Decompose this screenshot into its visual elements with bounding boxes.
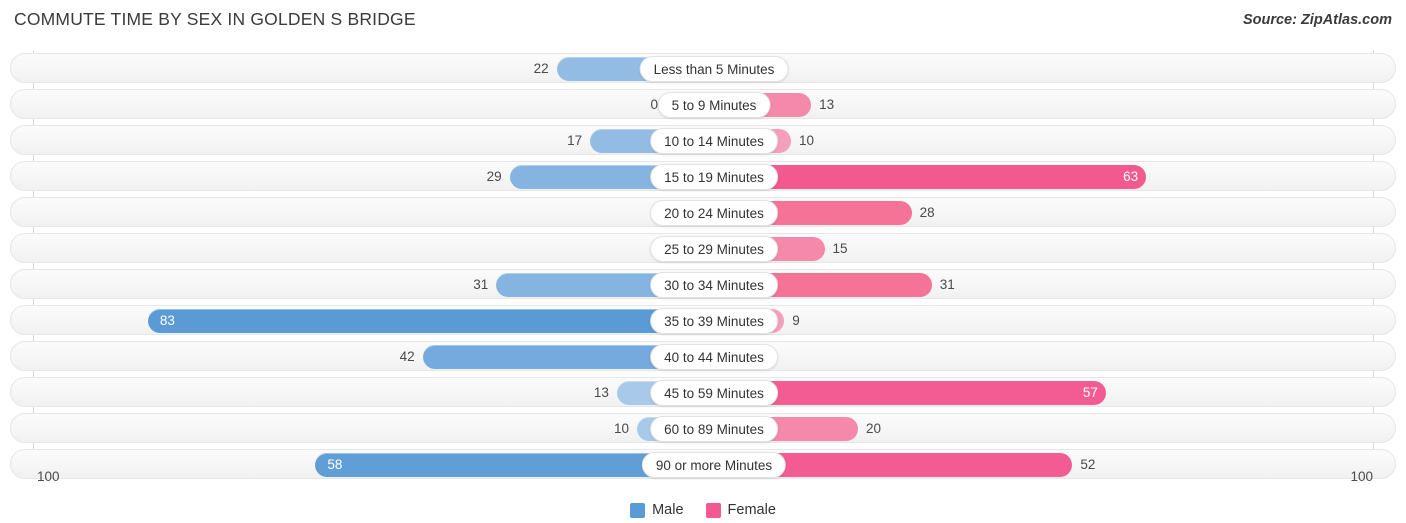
legend-label-female: Female (727, 502, 776, 518)
bar-female[interactable] (724, 165, 1147, 189)
row-bars: 31 31 30 to 34 Minutes (11, 270, 1395, 298)
row-bars: 58 52 90 or more Minutes (11, 450, 1395, 478)
category-label: 40 to 44 Minutes (650, 344, 778, 370)
value-label-female: 20 (866, 421, 882, 436)
category-label: 25 to 29 Minutes (650, 236, 778, 262)
category-label: 45 to 59 Minutes (650, 380, 778, 406)
axis-label-right: 100 (1350, 469, 1373, 484)
legend-swatch-male (630, 502, 646, 518)
value-label-female: 15 (832, 241, 848, 256)
table-row: 220Less than 5 Minutes (10, 53, 1396, 83)
value-label-female: 10 (799, 133, 815, 148)
category-label: 30 to 34 Minutes (650, 272, 778, 298)
bar-female[interactable] (724, 381, 1106, 405)
row-bars: 0 15 25 to 29 Minutes (11, 234, 1395, 262)
value-label-female: 13 (819, 97, 835, 112)
value-label-male: 22 (533, 61, 549, 76)
row-bars: 17 10 10 to 14 Minutes (11, 126, 1395, 154)
category-label: 10 to 14 Minutes (650, 128, 778, 154)
value-label-female: 31 (939, 277, 955, 292)
table-row: 83 9 35 to 39 Minutes (10, 305, 1396, 335)
row-bars: 83 9 35 to 39 Minutes (11, 306, 1395, 334)
value-label-male: 31 (473, 277, 489, 292)
legend-item-female[interactable]: Female (705, 502, 776, 518)
value-label-male: 4 (11, 198, 658, 228)
category-label: 60 to 89 Minutes (650, 416, 778, 442)
value-label-male: 17 (567, 133, 583, 148)
row-bars: 13 57 45 to 59 Minutes (11, 378, 1395, 406)
value-label-male: 58 (327, 457, 343, 472)
table-row: 31 31 30 to 34 Minutes (10, 269, 1396, 299)
value-label-male: 83 (159, 313, 175, 328)
category-label: 35 to 39 Minutes (650, 308, 778, 334)
value-label-male: 0 (11, 234, 658, 264)
row-bars: 42040 to 44 Minutes (11, 342, 1395, 370)
category-label: 20 to 24 Minutes (650, 200, 778, 226)
value-label-female: 52 (1080, 457, 1096, 472)
table-row: 0 13 5 to 9 Minutes (10, 89, 1396, 119)
value-label-male: 10 (613, 421, 629, 436)
row-bars: 29 63 15 to 19 Minutes (11, 162, 1395, 190)
table-row: 17 10 10 to 14 Minutes (10, 125, 1396, 155)
value-label-female: 57 (1082, 385, 1098, 400)
table-row: 58 52 90 or more Minutes (10, 449, 1396, 479)
legend-swatch-female (705, 502, 721, 518)
value-label-male: 42 (399, 349, 415, 364)
value-label-female: 28 (919, 205, 935, 220)
chart-legend: Male Female (0, 502, 1406, 518)
value-label-male: 29 (486, 169, 502, 184)
legend-item-male[interactable]: Male (630, 502, 684, 518)
page-title: COMMUTE TIME BY SEX IN GOLDEN S BRIDGE (14, 9, 416, 29)
legend-label-male: Male (652, 502, 684, 518)
table-row: 10 20 60 to 89 Minutes (10, 413, 1396, 443)
value-label-male: 13 (593, 385, 609, 400)
row-bars: 0 13 5 to 9 Minutes (11, 90, 1395, 118)
bar-male[interactable] (147, 309, 704, 333)
category-label: 15 to 19 Minutes (650, 164, 778, 190)
value-label-female: 9 (792, 313, 800, 328)
row-bars: 10 20 60 to 89 Minutes (11, 414, 1395, 442)
source-attribution: Source: ZipAtlas.com (1242, 12, 1392, 28)
chart-plot-area: 220Less than 5 Minutes0135 to 9 Minutes1… (0, 50, 1406, 486)
table-row: 29 63 15 to 19 Minutes (10, 161, 1396, 191)
category-label: Less than 5 Minutes (639, 56, 789, 82)
value-label-female: 63 (1123, 169, 1139, 184)
table-row: 42040 to 44 Minutes (10, 341, 1396, 371)
table-row: 4 28 20 to 24 Minutes (10, 197, 1396, 227)
table-row: 0 15 25 to 29 Minutes (10, 233, 1396, 263)
table-row: 13 57 45 to 59 Minutes (10, 377, 1396, 407)
row-bars: 220Less than 5 Minutes (11, 54, 1395, 82)
category-label: 5 to 9 Minutes (657, 92, 771, 118)
row-bars: 4 28 20 to 24 Minutes (11, 198, 1395, 226)
value-label-male: 0 (650, 97, 658, 112)
axis-label-left: 100 (37, 469, 60, 484)
category-label: 90 or more Minutes (641, 452, 787, 478)
